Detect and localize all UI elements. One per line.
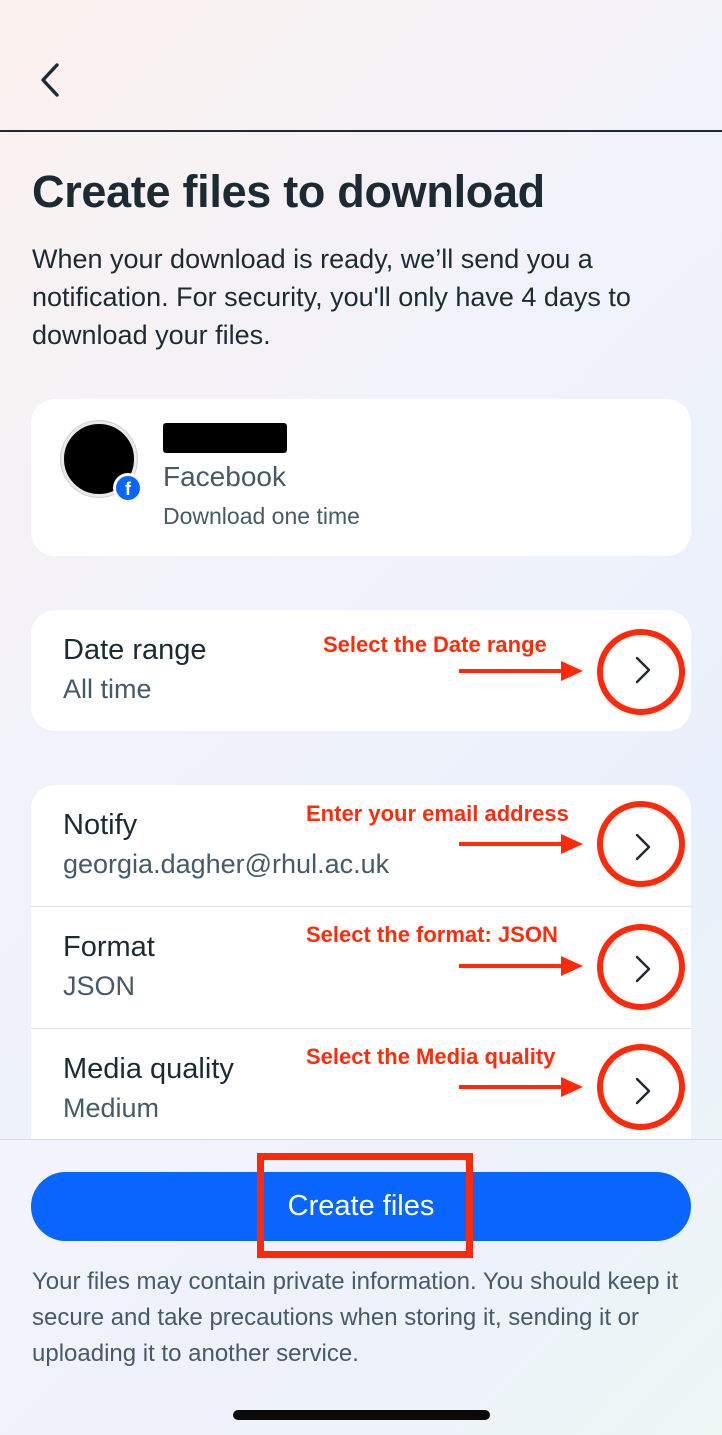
back-button[interactable] bbox=[28, 56, 72, 104]
redacted-account-name bbox=[163, 423, 287, 453]
intro-text: When your download is ready, we’ll send … bbox=[32, 244, 631, 350]
date-range-label: Date range bbox=[63, 634, 207, 666]
account-download-note: Download one time bbox=[163, 503, 360, 529]
page-title: Create files to download bbox=[32, 166, 545, 217]
format-label: Format bbox=[63, 931, 155, 963]
annotation-notify: Enter your email address bbox=[306, 801, 569, 826]
top-navigation-bar bbox=[0, 0, 722, 132]
home-indicator[interactable] bbox=[233, 1410, 490, 1420]
download-your-information-screen: Create files to download When your downl… bbox=[0, 0, 722, 1435]
annotation-format: Select the format: JSON bbox=[306, 922, 558, 947]
annotation-arrow-icon bbox=[459, 1077, 583, 1097]
privacy-disclaimer: Your files may contain private informati… bbox=[32, 1268, 679, 1367]
annotation-arrow-icon bbox=[459, 661, 583, 681]
annotation-highlight-box bbox=[257, 1153, 473, 1258]
annotation-circle bbox=[597, 801, 685, 887]
date-range-row[interactable]: Date range All time bbox=[31, 610, 691, 731]
facebook-badge-letter: f bbox=[116, 476, 140, 500]
annotation-arrow-icon bbox=[459, 956, 583, 976]
annotation-arrow-icon bbox=[459, 834, 583, 854]
media-quality-label: Media quality bbox=[63, 1053, 234, 1085]
date-range-card: Date range All time bbox=[31, 610, 691, 731]
profile-avatar: f bbox=[61, 421, 143, 503]
facebook-icon: f bbox=[113, 473, 143, 503]
annotation-circle bbox=[597, 924, 685, 1010]
media-quality-value: Medium bbox=[63, 1093, 160, 1123]
date-range-value: All time bbox=[63, 674, 152, 704]
annotation-media-quality: Select the Media quality bbox=[306, 1044, 556, 1069]
format-value: JSON bbox=[63, 971, 136, 1001]
annotation-date-range: Select the Date range bbox=[323, 632, 547, 657]
account-card: f Facebook Download one time bbox=[31, 399, 691, 556]
notify-value: georgia.dagher@rhul.ac.uk bbox=[63, 849, 390, 879]
chevron-left-icon bbox=[41, 63, 59, 97]
annotation-circle bbox=[597, 629, 685, 715]
annotation-circle bbox=[597, 1044, 685, 1130]
settings-card: Notify georgia.dagher@rhul.ac.uk Format … bbox=[31, 785, 691, 1145]
account-service: Facebook bbox=[163, 461, 286, 492]
notify-label: Notify bbox=[63, 809, 138, 841]
